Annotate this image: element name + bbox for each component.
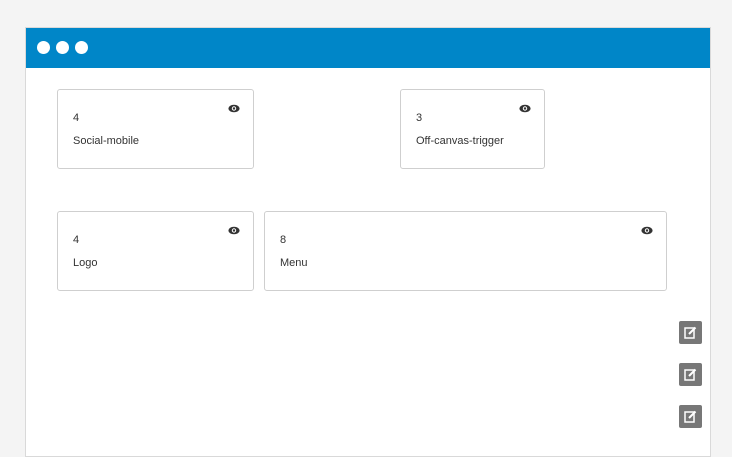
eye-icon[interactable] xyxy=(519,100,531,113)
module-size: 4 xyxy=(73,234,80,246)
module-logo[interactable]: 4 Logo xyxy=(57,211,254,291)
module-name: Menu xyxy=(280,257,308,269)
eye-icon[interactable] xyxy=(641,222,653,235)
eye-icon[interactable] xyxy=(228,222,240,235)
window-dot-1[interactable] xyxy=(37,41,50,54)
module-name: Social-mobile xyxy=(73,135,140,147)
layout-window: 4 Social-mobile 3 Off-canvas-trigger 4 L… xyxy=(25,27,711,457)
module-social-mobile[interactable]: 4 Social-mobile xyxy=(57,89,254,169)
module-name: Logo xyxy=(73,257,98,269)
module-menu[interactable]: 8 Menu xyxy=(264,211,667,291)
eye-icon[interactable] xyxy=(228,100,240,113)
module-size: 4 xyxy=(73,112,80,124)
module-size: 3 xyxy=(416,112,423,124)
edit-button-2[interactable] xyxy=(679,363,702,386)
window-titlebar xyxy=(26,28,710,68)
edit-button-3[interactable] xyxy=(679,405,702,428)
module-name: Off-canvas-trigger xyxy=(416,135,504,147)
window-dot-2[interactable] xyxy=(56,41,69,54)
edit-button-1[interactable] xyxy=(679,321,702,344)
module-off-canvas-trigger[interactable]: 3 Off-canvas-trigger xyxy=(400,89,545,169)
module-size: 8 xyxy=(280,234,287,246)
window-dot-3[interactable] xyxy=(75,41,88,54)
